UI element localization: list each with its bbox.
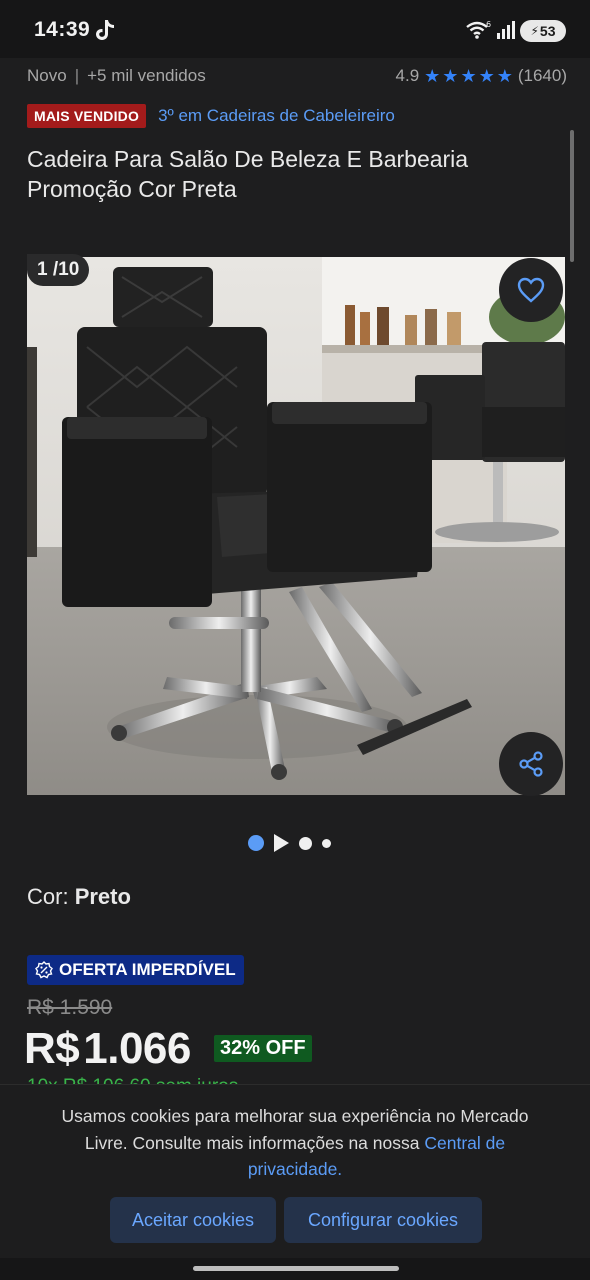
star-icon: ★ (460, 66, 477, 86)
scrollbar[interactable] (570, 130, 574, 262)
pagination-dot[interactable] (299, 836, 312, 850)
condition-sold: Novo | +5 mil vendidos (27, 66, 206, 86)
product-title: Cadeira Para Salão De Beleza E Barbearia… (27, 146, 469, 202)
status-bar: 14:39 6 ⚡ 53 (0, 0, 590, 58)
status-time: 14:39 (34, 18, 91, 41)
current-price: R$ 1.066 (24, 1024, 191, 1074)
original-price: R$ 1.590 (27, 996, 113, 1019)
pagination-dot-active[interactable] (248, 835, 264, 851)
share-button[interactable] (499, 732, 563, 796)
share-icon (519, 751, 543, 777)
rating-value: 4.9 (395, 66, 420, 85)
svg-text:6: 6 (486, 20, 491, 29)
cookie-banner: Usamos cookies para melhorar sua experiê… (0, 1084, 590, 1258)
charging-icon: ⚡ (530, 24, 539, 38)
home-indicator[interactable] (193, 1266, 399, 1271)
star-icon: ★ (424, 66, 441, 86)
battery-indicator: ⚡ 53 (520, 20, 566, 42)
discount-badge: 32% OFF (214, 1035, 312, 1062)
system-nav-bar (0, 1258, 590, 1280)
condition: Novo (27, 66, 67, 85)
cookie-message: Usamos cookies para melhorar sua experiê… (50, 1103, 540, 1183)
screen: 14:39 6 ⚡ 53 Novo | +5 mil vendidos 4.9 (0, 0, 590, 1280)
product-image-gallery[interactable] (27, 257, 565, 795)
badge-row: MAIS VENDIDO 3º em Cadeiras de Cabeleire… (27, 103, 395, 129)
favorite-button[interactable] (499, 258, 563, 322)
gallery-pagination[interactable] (248, 834, 331, 852)
review-count: (1640) (517, 66, 567, 85)
star-icon: ★ (496, 66, 513, 86)
accept-cookies-button[interactable]: Aceitar cookies (110, 1197, 276, 1243)
offer-label: OFERTA IMPERDÍVEL (59, 960, 236, 979)
best-seller-badge: MAIS VENDIDO (27, 104, 147, 128)
star-icon: ★ (478, 66, 495, 86)
color-label: Cor: (27, 884, 69, 909)
image-counter: 1 /10 (27, 254, 90, 286)
tiktok-icon (96, 20, 114, 40)
signal-icon (497, 21, 515, 39)
rating-summary[interactable]: 4.9 ★ ★ ★ ★ ★ (1640) (396, 66, 567, 86)
wifi-icon: 6 (466, 20, 491, 39)
product-photo (27, 257, 565, 795)
offer-icon (35, 961, 53, 979)
battery-level: 53 (539, 23, 556, 39)
play-icon[interactable] (274, 834, 289, 852)
rating-stars: ★ ★ ★ ★ ★ (424, 66, 513, 86)
category-ranking-link[interactable]: 3º em Cadeiras de Cabeleireiro (158, 106, 395, 126)
product-meta: Novo | +5 mil vendidos 4.9 ★ ★ ★ ★ ★ (1640… (27, 66, 567, 90)
star-icon: ★ (442, 66, 459, 86)
color-selector: Cor: Preto (27, 884, 131, 910)
configure-cookies-button[interactable]: Configurar cookies (284, 1197, 482, 1243)
separator: | (74, 66, 80, 85)
pagination-dot[interactable] (322, 838, 331, 848)
offer-badge: OFERTA IMPERDÍVEL (27, 955, 244, 985)
heart-icon (517, 277, 545, 303)
sold-count: +5 mil vendidos (87, 66, 206, 85)
price-currency: R$ (24, 1024, 80, 1073)
color-value: Preto (74, 884, 131, 909)
price-value: 1.066 (83, 1024, 191, 1073)
